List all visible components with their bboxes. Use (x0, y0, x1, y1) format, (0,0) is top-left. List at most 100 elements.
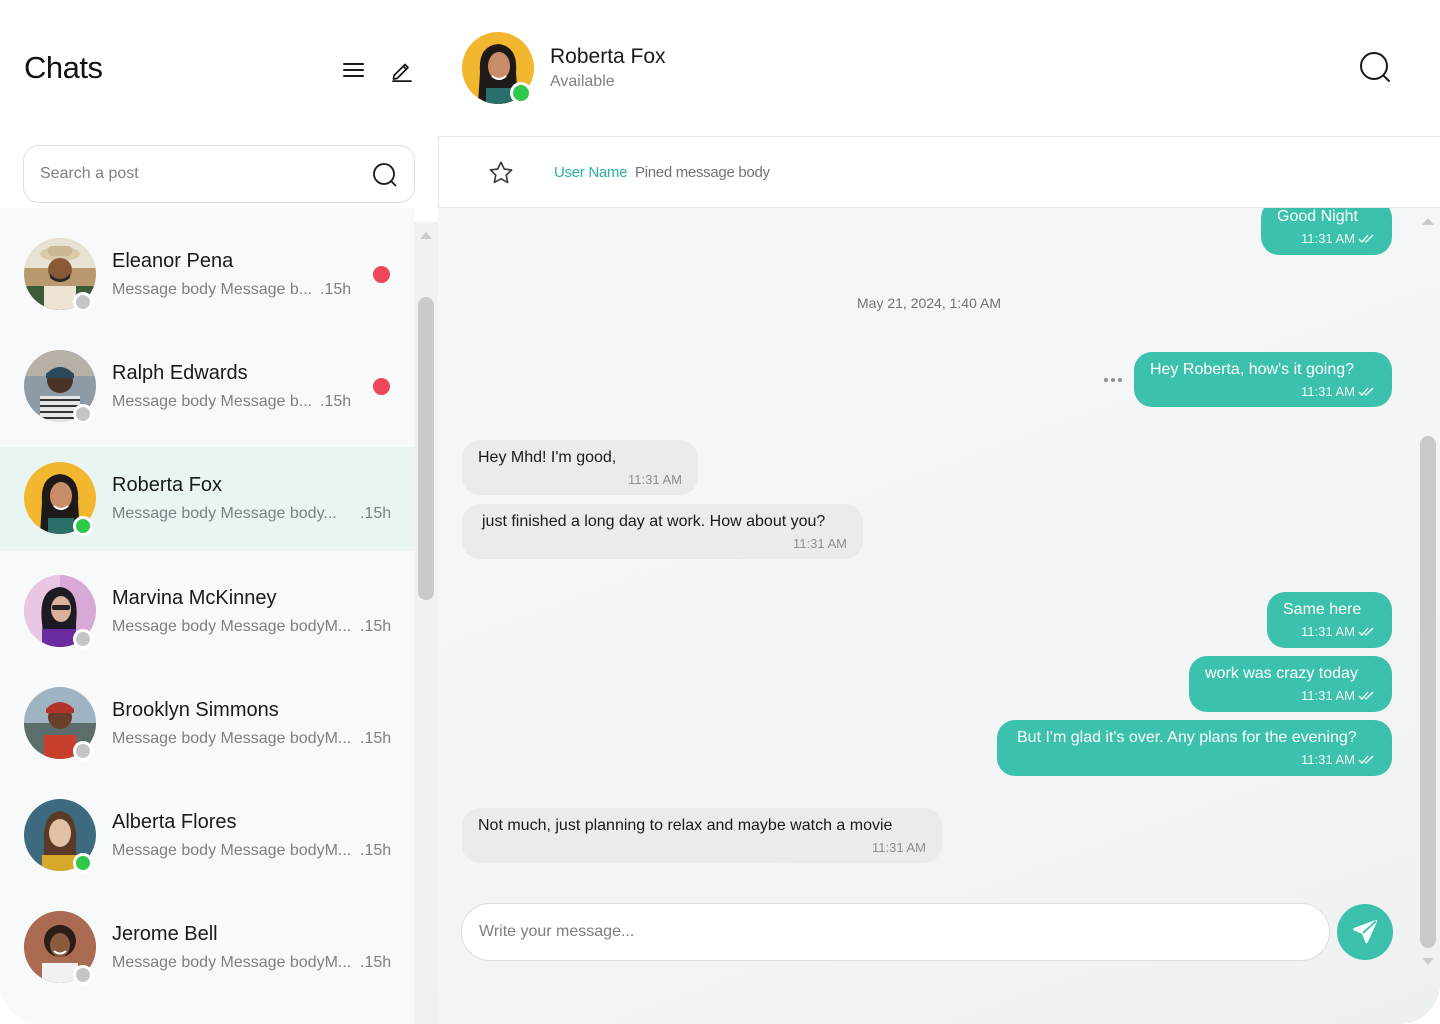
chat-preview: Message body Message bodyM... (112, 954, 352, 971)
message-text: Hey Roberta, how's it going? (1150, 361, 1355, 378)
chat-preview: Message body Message body... (112, 505, 337, 522)
chat-name: Alberta Flores (112, 811, 237, 833)
chat-preview: Message body Message bodyM... (112, 730, 352, 747)
chat-list-item[interactable]: Eleanor Pena Message body Message b... .… (0, 222, 414, 326)
message-time: 11:31 AM (628, 472, 682, 487)
chat-list-item[interactable]: Ralph Edwards Message body Message b... … (0, 334, 414, 438)
online-status-dot (510, 82, 532, 104)
offline-status-dot (73, 965, 93, 985)
message-thread: Good Night 11:31 AM May 21, 2024, 1:40 A… (438, 208, 1418, 888)
chat-list: Eleanor Pena Message body Message b... .… (0, 208, 414, 1024)
contact-status-text: Available (550, 73, 615, 90)
offline-status-dot (73, 741, 93, 761)
message-meta: 11:31 AM (1301, 688, 1376, 703)
send-icon (1353, 919, 1378, 944)
send-button[interactable] (1337, 904, 1393, 960)
message-time: 11:31 AM (1301, 231, 1355, 246)
unread-indicator (373, 378, 390, 395)
message-time: 11:31 AM (1301, 688, 1355, 703)
message-meta: 11:31 AM (1301, 752, 1376, 767)
message-meta: 11:31 AM (1301, 231, 1376, 246)
read-receipt-icon (1358, 387, 1374, 396)
offline-status-dot (73, 629, 93, 649)
chat-preview: Message body Message b... (112, 281, 313, 298)
message-text: just finished a long day at work. How ab… (482, 513, 826, 530)
message-time: 11:31 AM (872, 840, 926, 855)
pinned-user-name: User Name (554, 164, 628, 181)
conversation-panel: Roberta Fox Available User Name Pined me… (438, 0, 1440, 1024)
more-horizontal-icon[interactable] (1104, 376, 1124, 384)
message-time: 11:31 AM (1301, 752, 1355, 767)
chat-name: Marvina McKinney (112, 587, 277, 609)
scrollbar-thumb[interactable] (1420, 436, 1436, 948)
incoming-message[interactable]: just finished a long day at work. How ab… (462, 504, 863, 559)
outgoing-message[interactable]: But I'm glad it's over. Any plans for th… (997, 720, 1392, 776)
chat-preview: Message body Message bodyM... (112, 618, 352, 635)
chat-time: .15h (320, 393, 352, 410)
read-receipt-icon (1358, 627, 1374, 636)
chat-name: Eleanor Pena (112, 250, 234, 272)
chat-list-item[interactable]: Brooklyn Simmons Message body Message bo… (0, 670, 414, 774)
chat-name: Roberta Fox (112, 474, 223, 496)
scroll-up-arrow-icon[interactable] (1422, 218, 1434, 225)
date-separator: May 21, 2024, 1:40 AM (857, 295, 1001, 311)
offline-status-dot (73, 292, 93, 312)
chat-time: .15h (360, 505, 392, 522)
message-time: 11:31 AM (1301, 384, 1355, 399)
search-icon[interactable] (372, 162, 398, 188)
online-status-dot (73, 853, 93, 873)
message-text: Good Night (1277, 208, 1358, 225)
incoming-message[interactable]: Not much, just planning to relax and may… (462, 808, 942, 863)
chat-name: Jerome Bell (112, 923, 218, 945)
outgoing-message[interactable]: Good Night 11:31 AM (1261, 208, 1392, 255)
message-meta: 11:31 AM (1301, 384, 1376, 399)
pencil-edit-icon[interactable] (388, 56, 416, 84)
search-input[interactable] (40, 146, 370, 202)
chat-time: .15h (360, 954, 392, 971)
message-text: Not much, just planning to relax and may… (478, 817, 893, 834)
chat-list-item[interactable]: Marvina McKinney Message body Message bo… (0, 558, 414, 662)
chat-time: .15h (360, 618, 392, 635)
message-composer (461, 903, 1330, 961)
conversation-header: Roberta Fox Available (438, 0, 1440, 136)
chat-name: Ralph Edwards (112, 362, 248, 384)
read-receipt-icon (1358, 691, 1374, 700)
incoming-message[interactable]: Hey Mhd! I'm good, 11:31 AM (462, 440, 698, 495)
page-title: Chats (24, 50, 103, 85)
message-time: 11:31 AM (793, 536, 847, 551)
offline-status-dot (73, 404, 93, 424)
star-icon[interactable] (487, 159, 515, 187)
hamburger-menu-icon[interactable] (340, 56, 368, 84)
message-thread-scrollbar[interactable] (1416, 208, 1440, 1024)
pinned-message-body: Pined message body (635, 164, 770, 181)
chat-time: .15h (360, 730, 392, 747)
outgoing-message[interactable]: Same here 11:31 AM (1267, 592, 1392, 648)
chat-time: .15h (360, 842, 392, 859)
message-text: But I'm glad it's over. Any plans for th… (1017, 729, 1357, 746)
chat-sidebar: Chats Eleanor Pena Message body Message … (0, 0, 438, 1024)
outgoing-message[interactable]: Hey Roberta, how's it going? 11:31 AM (1134, 352, 1392, 407)
search-field (23, 145, 415, 203)
online-status-dot (73, 516, 93, 536)
message-text: Hey Mhd! I'm good, (478, 449, 617, 466)
outgoing-message[interactable]: work was crazy today 11:31 AM (1189, 656, 1392, 712)
message-time: 11:31 AM (1301, 624, 1355, 639)
chat-preview: Message body Message b... (112, 393, 313, 410)
message-meta: 11:31 AM (1301, 624, 1376, 639)
scroll-down-arrow-icon[interactable] (1422, 958, 1434, 965)
read-receipt-icon (1358, 234, 1374, 243)
chat-list-scrollbar[interactable] (414, 222, 438, 1024)
pinned-message-bar[interactable]: User Name Pined message body (438, 136, 1440, 208)
search-icon[interactable] (1358, 50, 1392, 84)
chat-time: .15h (320, 281, 352, 298)
unread-indicator (373, 266, 390, 283)
message-input[interactable] (479, 904, 1299, 960)
chat-list-item[interactable]: Jerome Bell Message body Message bodyM..… (0, 894, 414, 998)
message-text: Same here (1283, 601, 1362, 618)
scrollbar-thumb[interactable] (418, 297, 434, 600)
chat-preview: Message body Message bodyM... (112, 842, 352, 859)
chat-list-item-active[interactable]: Roberta Fox Message body Message body...… (0, 447, 414, 551)
contact-name: Roberta Fox (550, 45, 666, 68)
scroll-up-arrow-icon[interactable] (420, 232, 432, 239)
chat-list-item[interactable]: Alberta Flores Message body Message body… (0, 782, 414, 886)
